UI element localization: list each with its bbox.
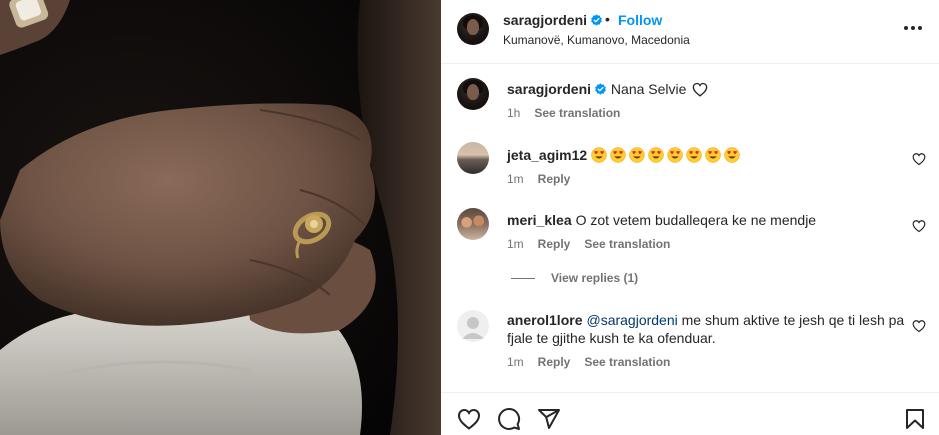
comment-text: meri_klea O zot vetem budalleqera ke ne m… xyxy=(507,211,816,229)
verified-badge-icon xyxy=(591,14,602,26)
reply-button[interactable]: Reply xyxy=(538,237,571,251)
comment-username[interactable]: anerol1lore xyxy=(507,312,582,328)
heart-icon[interactable] xyxy=(457,407,481,431)
heart-eyes-emoji-icon xyxy=(724,147,740,163)
default-avatar-icon[interactable] xyxy=(457,310,489,342)
separator-dot: • xyxy=(605,11,610,27)
heart-icon xyxy=(692,82,708,97)
comment-meta: 1m Reply See translation xyxy=(507,237,670,251)
heart-eyes-emoji-icon xyxy=(591,147,607,163)
heart-eyes-emoji-icon xyxy=(629,147,645,163)
post-photo-illustration xyxy=(0,0,441,435)
comment-time: 1m xyxy=(507,172,524,186)
see-translation-button[interactable]: See translation xyxy=(584,237,670,251)
comment-mention[interactable]: @saragjordeni xyxy=(586,312,677,328)
heart-icon[interactable] xyxy=(912,152,926,166)
post-photo[interactable] xyxy=(0,0,441,435)
caption-time: 1h xyxy=(507,106,521,120)
comment-username[interactable]: jeta_agim12 xyxy=(507,147,587,163)
comment-text: anerol1lore @saragjordeni me shum aktive … xyxy=(507,311,904,347)
comment-text: jeta_agim12 xyxy=(507,146,743,164)
comment-body-line1: me shum aktive te jesh qe ti lesh pa xyxy=(681,312,905,328)
comment-meta: 1m Reply xyxy=(507,172,570,186)
caption-text: saragjordeni Nana Selvie xyxy=(507,81,708,97)
heart-eyes-emoji-icon xyxy=(667,147,683,163)
comment-meta: 1m Reply See translation xyxy=(507,355,670,369)
heart-eyes-emoji-icon xyxy=(648,147,664,163)
author-username-text: saragjordeni xyxy=(503,12,588,28)
commenter-avatar[interactable] xyxy=(457,142,489,174)
comment-body: O zot vetem budalleqera ke ne mendje xyxy=(575,212,817,228)
post-location[interactable]: Kumanovë, Kumanovo, Macedonia xyxy=(503,33,690,47)
heart-icon[interactable] xyxy=(912,319,926,333)
bookmark-icon[interactable] xyxy=(903,407,927,431)
commenter-avatar[interactable] xyxy=(457,208,489,240)
verified-badge-icon xyxy=(595,83,606,95)
replies-divider-line xyxy=(511,277,535,279)
heart-eyes-emoji-icon xyxy=(610,147,626,163)
comment-time: 1m xyxy=(507,355,524,369)
heart-eyes-emoji-icon xyxy=(705,147,721,163)
author-username[interactable]: saragjordeni xyxy=(503,12,603,28)
heart-eyes-emoji-icon xyxy=(686,147,702,163)
more-options-icon[interactable] xyxy=(901,20,925,36)
share-icon[interactable] xyxy=(537,407,561,431)
caption-author-avatar[interactable] xyxy=(457,78,489,110)
caption-body: Nana Selvie xyxy=(610,81,687,97)
caption-meta: 1h See translation xyxy=(507,106,620,120)
see-translation-button[interactable]: See translation xyxy=(584,355,670,369)
comment-body-line2: fjale te gjithe kush te ka ofenduar. xyxy=(507,330,716,346)
post-header: saragjordeni • Follow Kumanovë, Kumanovo… xyxy=(441,0,939,64)
heart-icon[interactable] xyxy=(912,219,926,233)
reply-button[interactable]: Reply xyxy=(538,355,571,369)
reply-button[interactable]: Reply xyxy=(538,172,571,186)
comment-icon[interactable] xyxy=(497,407,521,431)
view-replies-button[interactable]: View replies (1) xyxy=(511,271,638,285)
post-caption: saragjordeni Nana Selvie 1h See translati… xyxy=(441,64,939,130)
comment-username[interactable]: meri_klea xyxy=(507,212,572,228)
post-side-panel: saragjordeni • Follow Kumanovë, Kumanovo… xyxy=(441,0,939,435)
see-translation-button[interactable]: See translation xyxy=(534,106,620,120)
emoji-row xyxy=(591,147,743,163)
comment-time: 1m xyxy=(507,237,524,251)
post-action-bar xyxy=(441,392,939,435)
follow-button[interactable]: Follow xyxy=(618,12,662,28)
author-avatar[interactable] xyxy=(457,13,489,45)
caption-username[interactable]: saragjordeni xyxy=(507,81,591,97)
view-replies-label: View replies (1) xyxy=(551,271,639,285)
